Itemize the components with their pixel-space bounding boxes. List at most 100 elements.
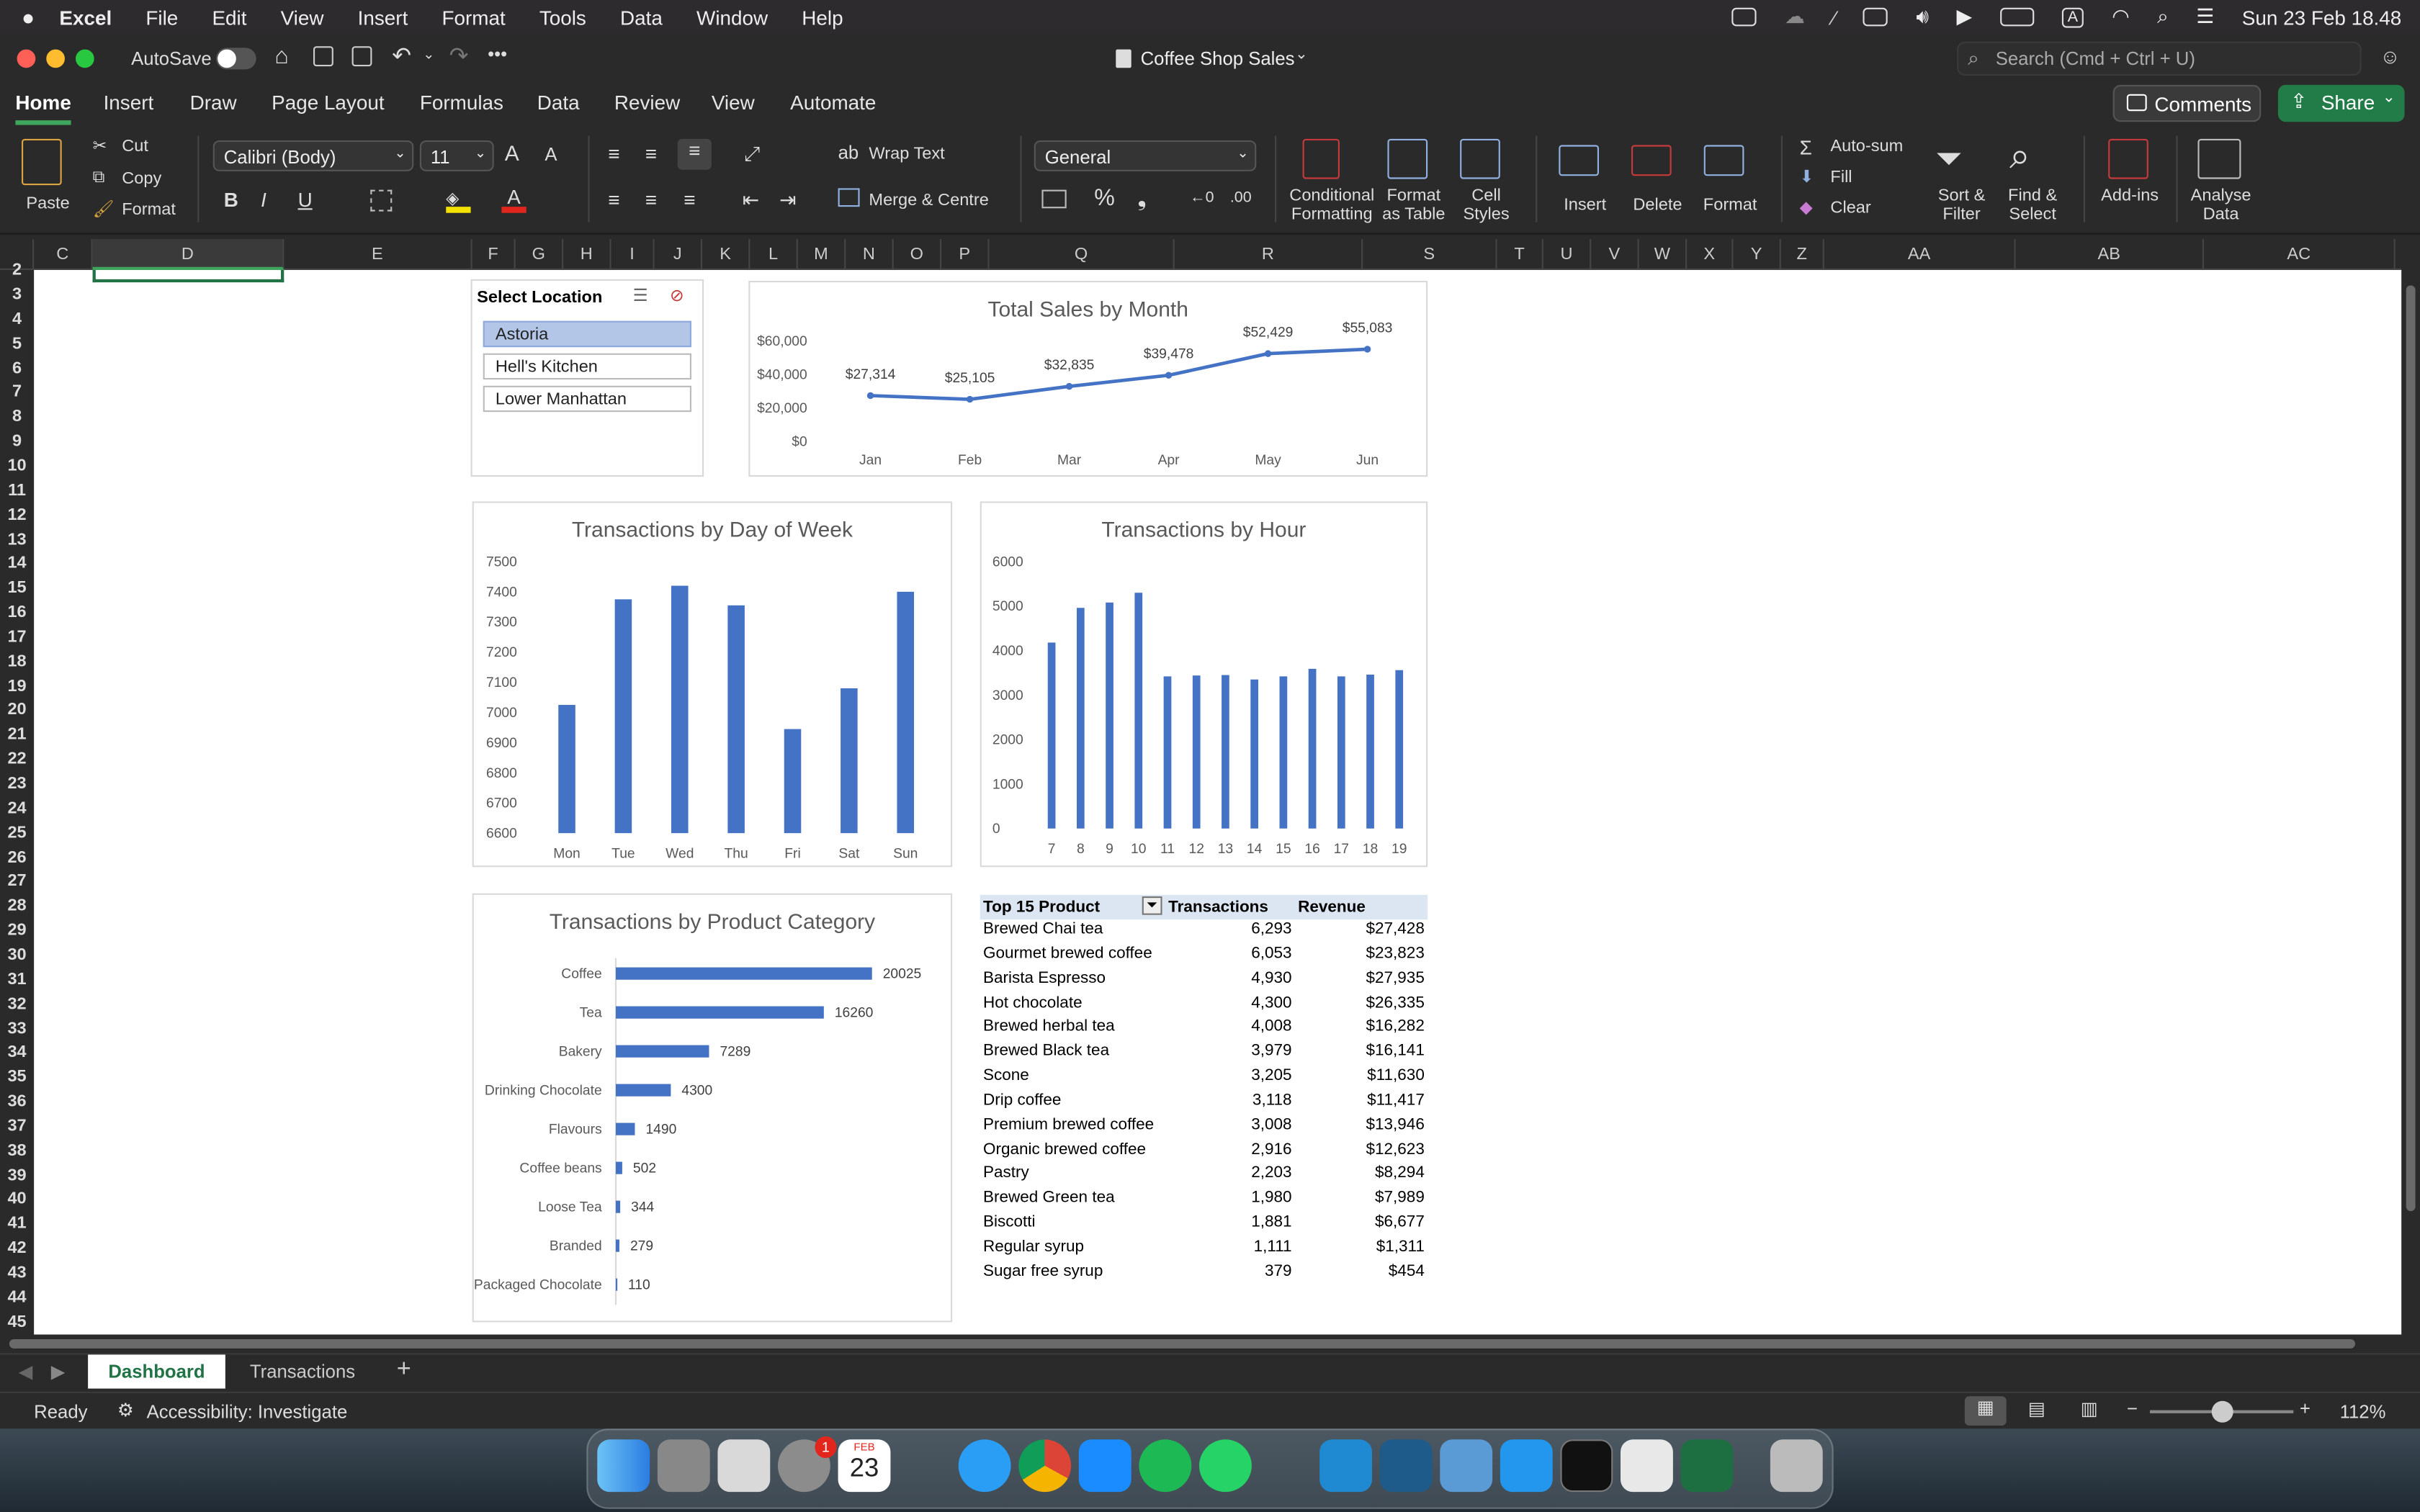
whatsapp-icon[interactable]	[1199, 1439, 1252, 1493]
location-slicer[interactable]: Select Location ☰ ⊘ Astoria Hell's Kitch…	[470, 279, 704, 477]
cell-transactions[interactable]: 3,118	[1252, 1091, 1292, 1110]
delete-cells-button[interactable]: Delete	[1622, 136, 1693, 229]
chart-transactions-by-day[interactable]: Transactions by Day of Week 6600 6700 6800…	[472, 501, 953, 868]
row-header-4[interactable]: 4	[0, 307, 34, 331]
row-header-5[interactable]: 5	[0, 331, 34, 356]
worksheet-dashboard[interactable]: Select Location ☰ ⊘ Astoria Hell's Kitch…	[34, 270, 2402, 1335]
spotify-icon[interactable]	[1139, 1439, 1192, 1493]
font-name-select[interactable]: Calibri (Body) ⌄	[212, 140, 414, 171]
clear-button[interactable]: ◆ Clear	[1800, 197, 1893, 222]
cell-revenue[interactable]: $23,823	[1366, 944, 1424, 963]
align-middle-icon[interactable]: ≡	[645, 142, 657, 165]
cell-product[interactable]: Brewed Black tea	[983, 1042, 1109, 1061]
volume-icon[interactable]: 🔊︎	[1916, 4, 1929, 29]
borders-icon[interactable]	[370, 189, 393, 212]
decrease-indent-icon[interactable]: ⇤	[743, 188, 759, 212]
cell-transactions[interactable]: 3,979	[1251, 1042, 1291, 1061]
column-header-l[interactable]: L	[750, 239, 798, 270]
bold-button[interactable]: B	[224, 188, 238, 211]
row-header-21[interactable]: 21	[0, 722, 34, 747]
column-header-p[interactable]: P	[941, 239, 990, 270]
keyboard-icon[interactable]	[1731, 7, 1757, 27]
cell-revenue[interactable]: $11,417	[1367, 1091, 1425, 1110]
align-bottom-icon[interactable]: ≡	[677, 138, 712, 170]
redo-icon[interactable]: ↷	[449, 42, 469, 69]
save-icon[interactable]	[313, 46, 333, 67]
menu-edit[interactable]: Edit	[212, 6, 246, 29]
format-painter-button[interactable]: 🖌︎ Format	[93, 199, 186, 223]
sort-filter-button[interactable]: ⏷ Sort & Filter	[1926, 136, 1997, 229]
cell-revenue[interactable]: $12,623	[1366, 1140, 1424, 1158]
column-header-u[interactable]: U	[1543, 239, 1592, 270]
slicer-item-astoria[interactable]: Astoria	[483, 320, 691, 348]
row-header-27[interactable]: 27	[0, 869, 34, 894]
column-header-o[interactable]: O	[894, 239, 942, 270]
battery-icon[interactable]	[1999, 7, 2034, 27]
align-top-icon[interactable]: ≡	[608, 142, 619, 165]
save-as-icon[interactable]	[351, 46, 372, 67]
finder-icon[interactable]	[597, 1439, 650, 1493]
share-button[interactable]: ⇪ Share ⌄	[2277, 84, 2405, 122]
input-source-icon[interactable]: A	[2061, 6, 2084, 27]
insert-cells-button[interactable]: Insert	[1549, 136, 1621, 229]
menu-tools[interactable]: Tools	[539, 6, 586, 29]
normal-view-icon[interactable]: ▦	[1964, 1396, 2007, 1426]
align-left-icon[interactable]: ≡	[608, 188, 619, 211]
table-row[interactable]: Drip coffee 3,118 $11,417	[980, 1091, 1428, 1115]
decrease-decimal-icon[interactable]: .00	[1230, 190, 1252, 207]
merge-centre-button[interactable]: Merge & Centre	[838, 188, 1008, 216]
table-row[interactable]: Sugar free syrup 379 $454	[980, 1261, 1428, 1286]
cell-product[interactable]: Organic brewed coffee	[983, 1140, 1146, 1158]
menu-format[interactable]: Format	[442, 6, 505, 29]
cell-product[interactable]: Regular syrup	[983, 1238, 1084, 1256]
row-header-38[interactable]: 38	[0, 1138, 34, 1163]
row-header-18[interactable]: 18	[0, 649, 34, 674]
table-row[interactable]: Gourmet brewed coffee 6,053 $23,823	[980, 944, 1428, 968]
zoom-slider[interactable]	[2150, 1400, 2294, 1423]
row-header-29[interactable]: 29	[0, 918, 34, 942]
cell-product[interactable]: Drip coffee	[983, 1091, 1061, 1110]
row-header-23[interactable]: 23	[0, 771, 34, 796]
tab-review[interactable]: Review	[614, 91, 680, 114]
account-icon[interactable]: ☺	[2380, 45, 2400, 68]
title-chevron-down-icon[interactable]: ⌄	[1295, 46, 1308, 63]
row-header-39[interactable]: 39	[0, 1163, 34, 1187]
row-header-34[interactable]: 34	[0, 1040, 34, 1065]
column-header-q[interactable]: Q	[990, 239, 1175, 270]
calendar-icon[interactable]: FEB 23	[838, 1439, 891, 1493]
launchpad-icon[interactable]	[657, 1439, 710, 1493]
cell-styles-button[interactable]: Cell Styles	[1451, 136, 1522, 229]
table-row[interactable]: Brewed Chai tea 6,293 $27,428	[980, 919, 1428, 944]
column-header-ac[interactable]: AC	[2204, 239, 2396, 270]
column-header-f[interactable]: F	[472, 239, 516, 270]
docker-icon[interactable]	[1500, 1439, 1553, 1493]
row-header-11[interactable]: 11	[0, 478, 34, 503]
column-header-t[interactable]: T	[1497, 239, 1543, 270]
add-ins-button[interactable]: Add-ins	[2096, 136, 2164, 229]
accessibility-icon[interactable]: ⚙︎	[117, 1400, 134, 1421]
italic-button[interactable]: I	[261, 188, 266, 211]
table-row[interactable]: Pastry 2,203 $8,294	[980, 1164, 1428, 1189]
cell-revenue[interactable]: $1,311	[1376, 1238, 1425, 1256]
row-header-25[interactable]: 25	[0, 820, 34, 845]
row-header-35[interactable]: 35	[0, 1065, 34, 1089]
cell-revenue[interactable]: $26,335	[1366, 993, 1424, 1012]
table-row[interactable]: Biscotti 1,881 $6,677	[980, 1213, 1428, 1238]
cell-product[interactable]: Brewed herbal tea	[983, 1017, 1115, 1036]
vscode-icon[interactable]	[1319, 1439, 1372, 1493]
cut-button[interactable]: ✂ Cut	[93, 136, 186, 161]
row-header-3[interactable]: 3	[0, 282, 34, 307]
row-header-33[interactable]: 33	[0, 1016, 34, 1040]
row-header-12[interactable]: 12	[0, 503, 34, 527]
menu-file[interactable]: File	[145, 6, 178, 29]
tab-page-layout[interactable]: Page Layout	[272, 91, 384, 114]
table-row[interactable]: Brewed Green tea 1,980 $7,989	[980, 1189, 1428, 1213]
column-header-y[interactable]: Y	[1733, 239, 1781, 270]
cell-revenue[interactable]: $27,428	[1366, 919, 1424, 938]
row-header-9[interactable]: 9	[0, 429, 34, 454]
currency-format-icon[interactable]	[1041, 189, 1067, 209]
table-row[interactable]: Hot chocolate 4,300 $26,335	[980, 993, 1428, 1017]
terminal-icon[interactable]	[1560, 1439, 1613, 1493]
more-icon[interactable]: •••	[488, 43, 507, 65]
sheet-tab-dashboard[interactable]: Dashboard	[88, 1354, 225, 1389]
